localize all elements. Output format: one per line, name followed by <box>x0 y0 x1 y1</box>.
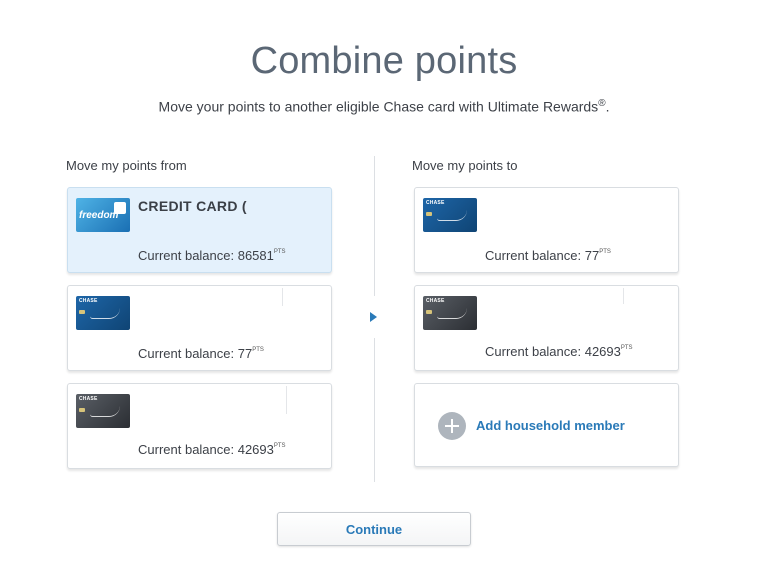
card-chip-icon <box>79 310 85 314</box>
redacted-mark <box>623 288 624 304</box>
add-household-member-label: Add household member <box>476 418 625 433</box>
balance-text: Current balance: 42693 <box>485 344 621 359</box>
card-balance: Current balance: 77PTS <box>485 248 611 263</box>
chase-brand-text: CHASE <box>426 200 445 206</box>
pts-label: PTS <box>620 345 633 351</box>
from-card-sapphire[interactable]: CHASE Current balance: 77PTS <box>67 285 332 371</box>
card-balance: Current balance: 42693PTS <box>485 344 633 359</box>
chase-brand-text: CHASE <box>426 298 445 304</box>
redacted-mark <box>286 386 287 414</box>
arrow-right-icon <box>370 312 377 322</box>
column-divider-top <box>374 156 375 296</box>
card-name: CREDIT CARD ( <box>138 198 247 214</box>
subtitle-text: Move your points to another eligible Cha… <box>158 98 599 115</box>
from-column-heading: Move my points from <box>66 158 187 173</box>
card-balance: Current balance: 77PTS <box>138 346 264 361</box>
from-card-freedom[interactable]: freedom CREDIT CARD ( Current balance: 8… <box>67 187 332 273</box>
freedom-brand-text: freedom <box>79 210 119 221</box>
card-swoosh-icon <box>90 406 120 417</box>
subtitle-period: . <box>605 98 610 115</box>
chase-brand-text: CHASE <box>79 298 98 304</box>
add-household-member-button[interactable]: Add household member <box>414 383 679 467</box>
chase-sapphire-blue-card-image: CHASE <box>76 296 130 330</box>
card-chip-icon <box>79 408 85 412</box>
card-balance: Current balance: 42693PTS <box>138 442 286 457</box>
to-card-ink[interactable]: CHASE Current balance: 42693PTS <box>414 285 679 371</box>
to-card-sapphire[interactable]: CHASE Current balance: 77PTS <box>414 187 679 273</box>
card-chip-icon <box>426 212 432 216</box>
continue-button[interactable]: Continue <box>277 512 471 546</box>
pts-label: PTS <box>252 347 264 353</box>
balance-text: Current balance: 86581 <box>138 248 274 263</box>
redacted-mark <box>282 288 283 306</box>
registered-mark: ® <box>598 98 606 109</box>
card-chip-icon <box>426 310 432 314</box>
card-swoosh-icon <box>90 308 120 319</box>
column-divider-bottom <box>374 338 375 482</box>
from-card-ink[interactable]: CHASE Current balance: 42693PTS <box>67 383 332 469</box>
pts-label: PTS <box>273 443 286 449</box>
chase-freedom-card-image: freedom <box>76 198 130 232</box>
balance-text: Current balance: 77 <box>138 346 253 361</box>
card-swoosh-icon <box>437 308 467 319</box>
balance-text: Current balance: 42693 <box>138 442 274 457</box>
to-column-heading: Move my points to <box>412 158 518 173</box>
pts-label: PTS <box>273 249 286 255</box>
page-subtitle: Move your points to another eligible Cha… <box>0 98 768 115</box>
pts-label: PTS <box>599 249 611 255</box>
card-swoosh-icon <box>437 210 467 221</box>
chase-brand-text: CHASE <box>79 396 98 402</box>
chase-ink-dark-card-image: CHASE <box>76 394 130 428</box>
page-title: Combine points <box>250 40 518 82</box>
chase-ink-dark-card-image: CHASE <box>423 296 477 330</box>
card-balance: Current balance: 86581PTS <box>138 248 286 263</box>
chase-logo-icon <box>114 202 126 214</box>
balance-text: Current balance: 77 <box>485 248 600 263</box>
chase-sapphire-blue-card-image: CHASE <box>423 198 477 232</box>
plus-circle-icon <box>438 412 466 440</box>
